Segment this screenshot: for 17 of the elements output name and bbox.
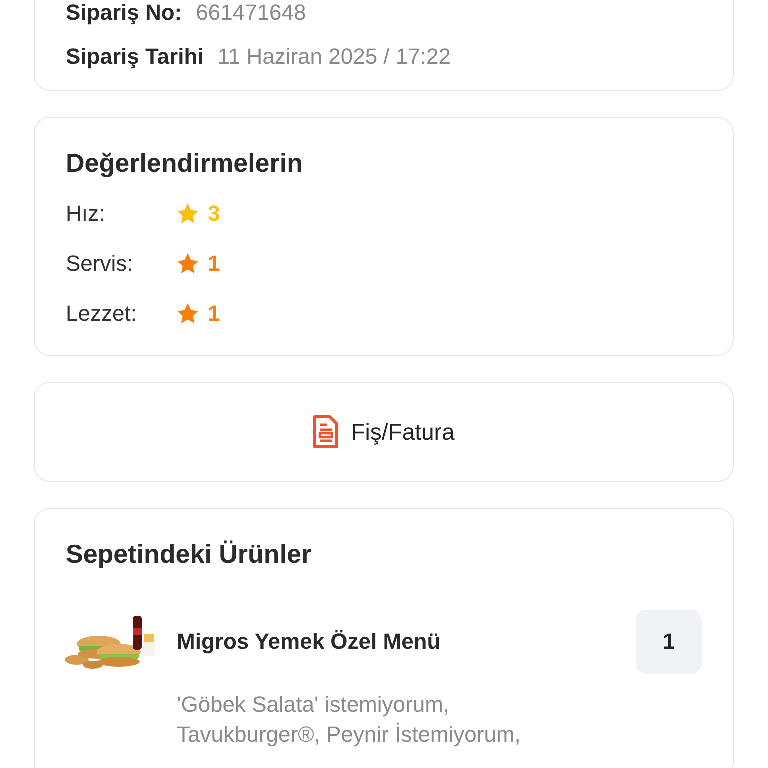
section-title: Değerlendirmelerin xyxy=(66,148,304,179)
rating-label: Servis: xyxy=(66,251,134,277)
section-title: Sepetindeki Ürünler xyxy=(66,539,313,570)
rating-label: Hız: xyxy=(66,201,106,227)
product-note: 'Göbek Salata' istemiyorum, Tavukburger®, Peynir İstemiyorum, xyxy=(177,691,522,749)
field-value: 11 Haziran 2025 / 17:22 xyxy=(218,44,451,70)
product-name: Migros Yemek Özel Menü xyxy=(177,629,442,655)
rating-value: 3 xyxy=(208,201,220,227)
document-icon xyxy=(313,415,340,449)
field-label: Sipariş Tarihi xyxy=(66,44,204,70)
field-label: Sipariş No: xyxy=(66,0,182,26)
rating-value: 1 xyxy=(208,301,220,327)
receipt-button[interactable]: Fiş/Fatura xyxy=(313,415,455,449)
quantity-badge: 1 xyxy=(636,610,702,674)
field-value: 661471648 xyxy=(196,0,306,26)
rating-value: 1 xyxy=(208,251,220,277)
rating-label: Lezzet: xyxy=(66,301,138,327)
